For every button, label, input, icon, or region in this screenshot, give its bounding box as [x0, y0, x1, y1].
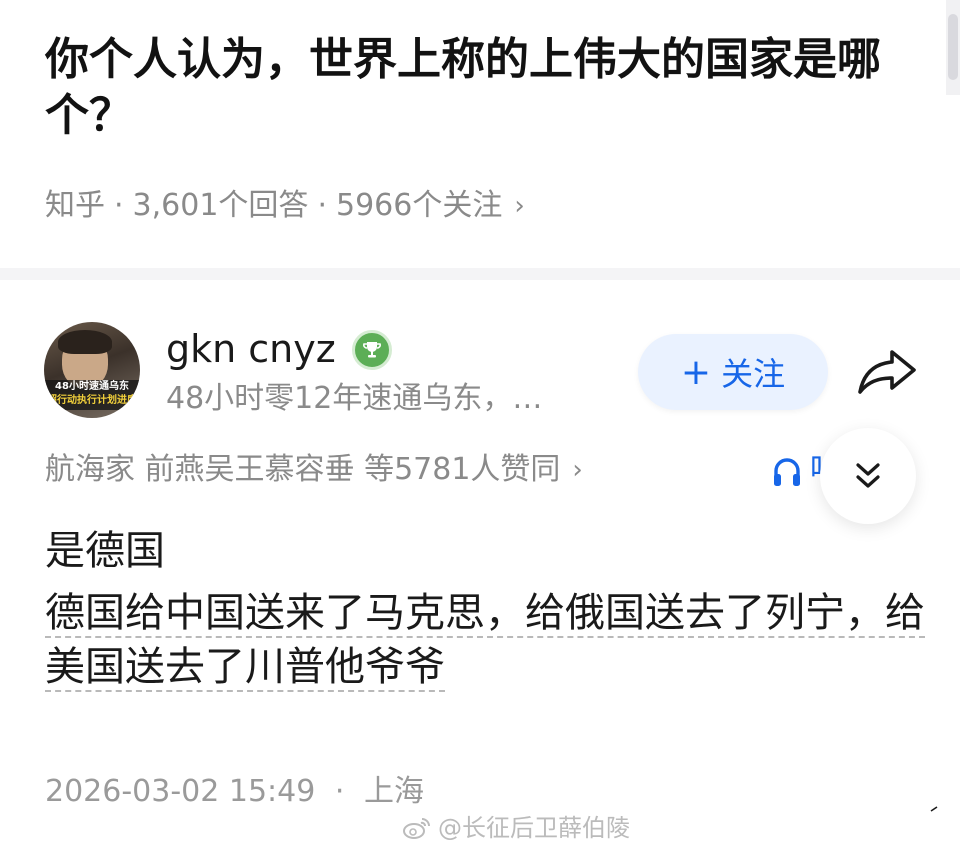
- answer-body: 德国给中国送来了马克思，给俄国送去了列宁，给美国送去了川普他爷爷: [45, 586, 925, 694]
- answer-content[interactable]: 是德国 德国给中国送来了马克思，给俄国送去了列宁，给美国送去了川普他爷爷: [45, 524, 925, 694]
- avatar-caption-band: 48小时速通乌东 超行动执行计划进度: [44, 380, 140, 410]
- post-location: 上海: [363, 774, 424, 809]
- chevron-right-icon: ›: [514, 191, 525, 221]
- separator-dot: ·: [334, 774, 345, 809]
- follow-label: 关注: [721, 355, 786, 393]
- avatar-caption: 48小时速通乌东: [55, 381, 129, 392]
- question-meta[interactable]: 知乎 · 3,601个回答 · 5966个关注 ›: [45, 186, 525, 226]
- weibo-icon: [403, 818, 430, 839]
- chevron-right-icon: ›: [572, 455, 583, 485]
- double-chevron-down-icon: [856, 463, 880, 488]
- trophy-glyph: [363, 342, 381, 358]
- scrollbar-thumb[interactable]: [948, 14, 958, 80]
- separator-dot: ·: [317, 188, 327, 223]
- collapse-button[interactable]: [820, 428, 916, 524]
- answer-lead: 是德国: [45, 528, 165, 574]
- share-icon[interactable]: [856, 346, 918, 398]
- trophy-icon[interactable]: [352, 330, 392, 370]
- question-title[interactable]: 你个人认为，世界上称的上伟大的国家是哪个？: [45, 32, 925, 144]
- plus-icon: +: [680, 351, 712, 393]
- author-bio[interactable]: 48小时零12年速通乌东，…: [166, 380, 542, 418]
- avatar-hair: [58, 330, 112, 354]
- avatar[interactable]: 48小时速通乌东 超行动执行计划进度: [44, 322, 140, 418]
- likers-text: 航海家 前燕吴王慕容垂 等5781人赞同: [45, 452, 561, 487]
- source-label: 知乎: [45, 188, 105, 223]
- watermark: @长征后卫薛伯陵: [402, 812, 630, 844]
- separator-dot: ·: [114, 188, 124, 223]
- follower-count: 5966个关注: [335, 188, 503, 223]
- likers-summary[interactable]: 航海家 前燕吴王慕容垂 等5781人赞同 ›: [45, 450, 583, 490]
- post-meta: 2026-03-02 15:49 · 上海: [45, 772, 424, 812]
- section-divider: [0, 268, 960, 280]
- post-date: 2026-03-02 15:49: [45, 774, 316, 809]
- corner-mark-icon: [930, 806, 938, 812]
- headphones-icon[interactable]: [772, 456, 802, 488]
- watermark-text: @长征后卫薛伯陵: [438, 814, 630, 842]
- author-name[interactable]: gkn cnyz: [166, 326, 336, 372]
- answer-count: 3,601个回答: [132, 188, 309, 223]
- scrollbar[interactable]: [946, 0, 960, 95]
- avatar-caption: 超行动执行计划进度: [47, 395, 137, 406]
- follow-button[interactable]: + 关注: [638, 334, 828, 410]
- answer-body-text: 德国给中国送来了马克思，给俄国送去了列宁，给美国送去了川普他爷爷: [45, 590, 925, 692]
